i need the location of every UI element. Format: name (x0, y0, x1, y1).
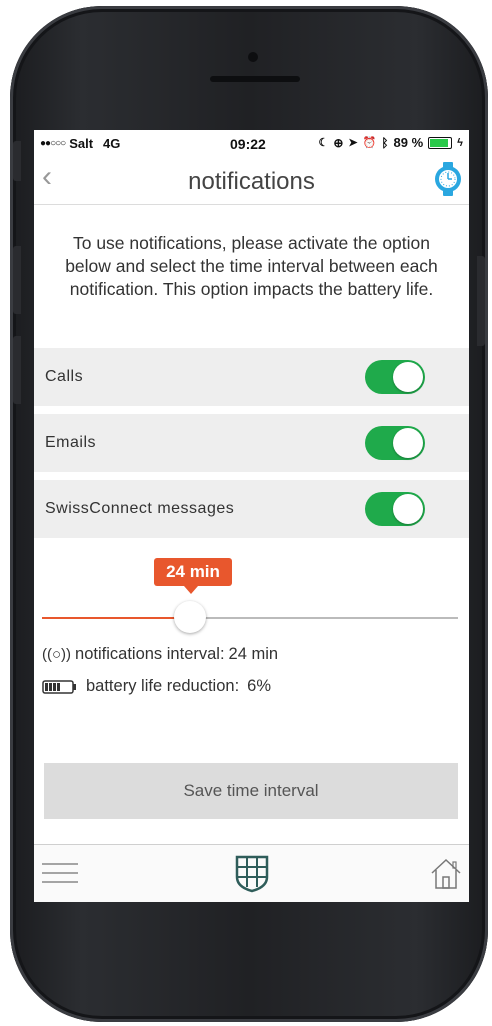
home-icon[interactable] (429, 857, 463, 891)
moon-icon: ☾ (318, 137, 329, 149)
bottom-bar (34, 844, 469, 902)
battery-reduction-line: battery life reduction: 6% (42, 677, 271, 696)
battery-reduction-label: battery life reduction: (86, 677, 240, 695)
swissconnect-messages-toggle[interactable] (365, 492, 425, 526)
calls-toggle[interactable] (365, 360, 425, 394)
toggle-row-calls: Calls (34, 348, 469, 406)
toggle-row-swissconnect: SwissConnect messages (34, 480, 469, 538)
battery-outline-icon (42, 679, 76, 694)
volume-down-button (13, 336, 21, 404)
toggle-label: SwissConnect messages (45, 500, 235, 517)
location-icon: ➤ (348, 137, 358, 149)
battery-icon (428, 136, 453, 149)
toggle-row-emails: Emails (34, 414, 469, 472)
bluetooth-icon: ᛒ (381, 135, 389, 150)
slider-value-bubble: 24 min (154, 558, 232, 586)
lock-rotation-icon: ⊕ (333, 135, 344, 150)
toggle-label: Calls (45, 368, 84, 385)
volume-up-button (13, 246, 21, 314)
emails-toggle[interactable] (365, 426, 425, 460)
charging-icon: ϟ (457, 136, 463, 149)
interval-label: notifications interval: (75, 645, 225, 663)
notifications-interval-line: ((○)) notifications interval: 24 min (42, 645, 278, 664)
signal-dots-icon: ●●○○○ (40, 138, 66, 149)
toggle-label: Emails (45, 434, 97, 451)
battery-percent: 89 % (393, 135, 424, 150)
signal-waves-icon: ((○)) (42, 646, 72, 663)
mute-switch (13, 141, 21, 181)
intro-text: To use notifications, please activate th… (65, 233, 438, 299)
status-bar: ●●○○○ Salt 4G 09:22 ☾ ⊕ ➤ ⏰ ᛒ 89 % ϟ (34, 130, 469, 156)
slider-bubble-pointer (184, 586, 198, 594)
slider-thumb[interactable] (174, 601, 206, 633)
interval-value: 24 min (228, 645, 279, 663)
power-button (477, 256, 485, 346)
network-type: 4G (103, 136, 121, 151)
front-camera (248, 52, 258, 62)
slider-track-empty[interactable] (190, 617, 458, 619)
watch-icon[interactable] (433, 162, 463, 196)
app-screen: ●●○○○ Salt 4G 09:22 ☾ ⊕ ➤ ⏰ ᛒ 89 % ϟ ‹ n… (34, 130, 469, 902)
crest-logo-icon[interactable] (235, 855, 269, 893)
status-time: 09:22 (230, 136, 266, 152)
slider-track-filled[interactable] (42, 617, 190, 619)
navigation-bar: ‹ notifications (34, 156, 469, 205)
hamburger-menu-icon[interactable] (42, 861, 78, 885)
alarm-icon: ⏰ (362, 137, 377, 149)
battery-reduction-value: 6% (247, 677, 272, 695)
page-title: notifications (188, 168, 315, 195)
carrier-name: Salt (69, 136, 94, 151)
save-time-interval-button[interactable]: Save time interval (44, 763, 458, 819)
earpiece-speaker (210, 76, 300, 82)
